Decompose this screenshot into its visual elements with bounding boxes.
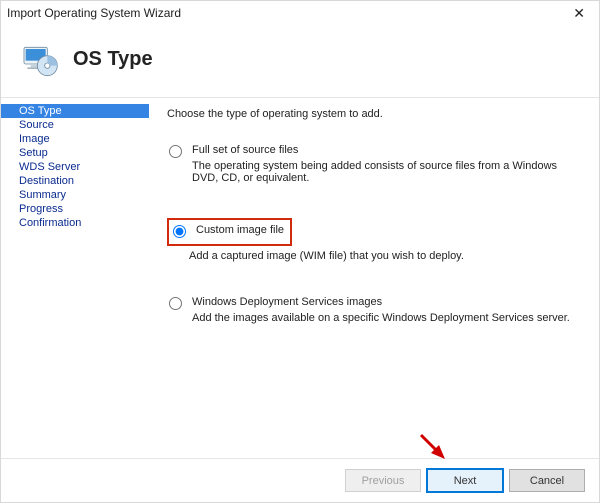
radio-full-source[interactable]	[169, 145, 182, 158]
window-title: Import Operating System Wizard	[7, 6, 181, 20]
radio-custom-image[interactable]	[173, 225, 186, 238]
sidebar-item-source[interactable]: Source	[1, 118, 149, 132]
cancel-button[interactable]: Cancel	[509, 469, 585, 492]
next-button[interactable]: Next	[427, 469, 503, 492]
wizard-header: OS Type	[1, 25, 599, 97]
sidebar-item-progress[interactable]: Progress	[1, 202, 149, 216]
sidebar-item-destination[interactable]: Destination	[1, 174, 149, 188]
sidebar-item-setup[interactable]: Setup	[1, 146, 149, 160]
sidebar-item-image[interactable]: Image	[1, 132, 149, 146]
option-custom-title: Custom image file	[196, 224, 284, 236]
titlebar: Import Operating System Wizard ✕	[1, 1, 599, 25]
option-full-title: Full set of source files	[192, 144, 585, 156]
previous-button: Previous	[345, 469, 421, 492]
highlight-custom-image: Custom image file	[167, 218, 292, 246]
instructions-text: Choose the type of operating system to a…	[167, 108, 587, 120]
wizard-footer: Previous Next Cancel	[1, 458, 599, 502]
option-custom-image[interactable]: Custom image file	[171, 222, 286, 240]
os-disc-icon	[19, 39, 59, 79]
sidebar-item-summary[interactable]: Summary	[1, 188, 149, 202]
radio-wds-images[interactable]	[169, 297, 182, 310]
page-title: OS Type	[73, 48, 153, 71]
option-wds-title: Windows Deployment Services images	[192, 296, 570, 308]
close-icon[interactable]: ✕	[565, 5, 593, 22]
option-full-desc: The operating system being added consist…	[192, 160, 585, 184]
option-custom-desc: Add a captured image (WIM file) that you…	[189, 250, 587, 262]
wizard-steps-sidebar: OS Type Source Image Setup WDS Server De…	[1, 98, 149, 458]
option-wds-images[interactable]: Windows Deployment Services images Add t…	[167, 294, 587, 326]
option-full-source[interactable]: Full set of source files The operating s…	[167, 142, 587, 186]
option-wds-desc: Add the images available on a specific W…	[192, 312, 570, 324]
sidebar-item-confirmation[interactable]: Confirmation	[1, 216, 149, 230]
sidebar-item-os-type[interactable]: OS Type	[1, 104, 149, 118]
wizard-main-pane: Choose the type of operating system to a…	[149, 98, 599, 458]
sidebar-item-wds-server[interactable]: WDS Server	[1, 160, 149, 174]
